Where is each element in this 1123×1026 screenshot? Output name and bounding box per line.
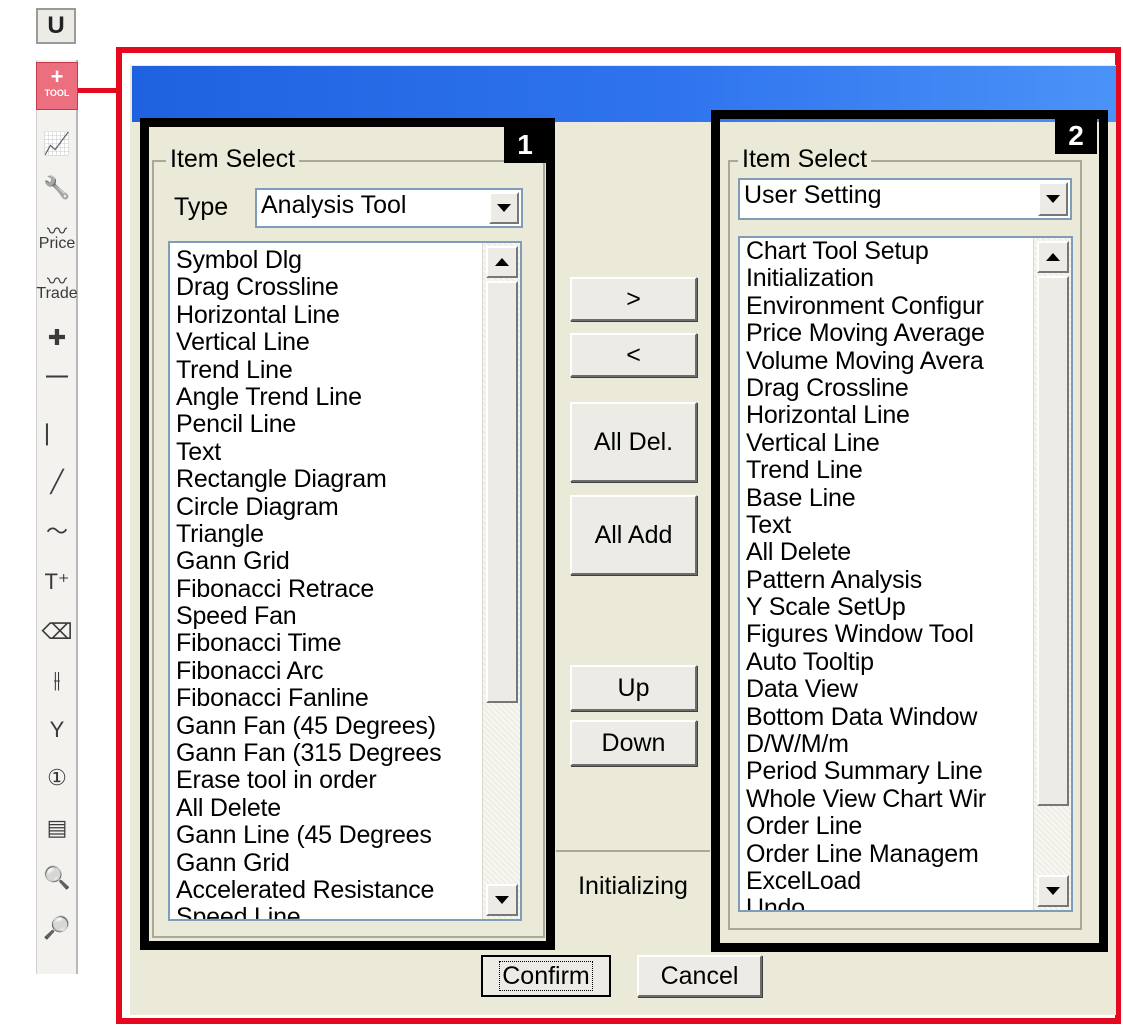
- tool-label: Trade: [36, 285, 78, 302]
- u-button[interactable]: U: [36, 8, 76, 44]
- y-scale-icon: Y: [49, 717, 65, 742]
- trend-line-icon: ╱: [50, 469, 64, 494]
- y-scale-button[interactable]: Y: [38, 710, 76, 750]
- price-tool-button[interactable]: 〰 Price: [38, 218, 76, 258]
- left-panel-badge: 1: [504, 127, 546, 163]
- crossline-icon: ✚: [47, 325, 67, 350]
- tool-label: Price: [38, 235, 76, 252]
- cancel-button[interactable]: Cancel: [637, 955, 762, 997]
- vertical-line-icon: ⎸: [45, 421, 68, 446]
- all-delete-eraser-button[interactable]: ⌫: [38, 612, 76, 652]
- data-search-button[interactable]: 🔍: [38, 858, 76, 898]
- chart-search-icon: 🔎: [43, 915, 71, 940]
- all-add-button[interactable]: All Add: [570, 495, 697, 575]
- callout-connector: [78, 88, 120, 93]
- all-delete-eraser-icon: ⌫: [41, 619, 73, 644]
- data-window-button[interactable]: ▤: [38, 808, 76, 848]
- data-window-icon: ▤: [46, 815, 68, 840]
- pencil-line-icon: 〜: [45, 519, 68, 544]
- right-panel-highlight: [711, 110, 1108, 952]
- candlestick-button[interactable]: ⫲: [38, 660, 76, 700]
- move-down-button[interactable]: Down: [570, 720, 697, 766]
- pencil-line-button[interactable]: 〜: [38, 512, 76, 552]
- add-item-button[interactable]: >: [570, 277, 697, 321]
- text-tool-icon: T⁺: [44, 569, 70, 594]
- trade-tool-button[interactable]: 〰 Trade: [36, 268, 78, 308]
- move-up-button[interactable]: Up: [570, 665, 697, 711]
- text-tool-button[interactable]: T⁺: [38, 562, 76, 602]
- tool-add-button[interactable]: + TOOL: [36, 62, 78, 110]
- all-delete-button[interactable]: All Del.: [570, 402, 697, 482]
- plus-icon: +: [50, 64, 64, 89]
- confirm-label: Confirm: [499, 961, 593, 991]
- data-search-icon: 🔍: [43, 865, 71, 890]
- numbered-circle-button[interactable]: ①: [38, 758, 76, 798]
- horizontal-line-button[interactable]: ⎺: [38, 366, 76, 406]
- indicator-chart-icon: 📈: [43, 131, 71, 156]
- remove-item-button[interactable]: <: [570, 333, 697, 377]
- confirm-button[interactable]: Confirm: [481, 955, 611, 997]
- right-panel-badge: 2: [1055, 118, 1097, 154]
- left-panel-highlight: [140, 118, 555, 950]
- horizontal-line-icon: ⎺: [45, 373, 68, 398]
- indicator-chart-button[interactable]: 📈: [38, 124, 76, 164]
- candlestick-icon: ⫲: [53, 667, 61, 692]
- wrench-icon: 🔧: [43, 175, 71, 200]
- tool-label: TOOL: [44, 88, 70, 98]
- chart-search-button[interactable]: 🔎: [38, 908, 76, 948]
- crossline-button[interactable]: ✚: [38, 318, 76, 358]
- wrench-button[interactable]: 🔧: [38, 168, 76, 208]
- trend-line-button[interactable]: ╱: [38, 462, 76, 502]
- initializing-button[interactable]: Initializing: [556, 850, 710, 920]
- numbered-circle-icon: ①: [47, 765, 67, 790]
- vertical-line-button[interactable]: ⎸: [38, 414, 76, 454]
